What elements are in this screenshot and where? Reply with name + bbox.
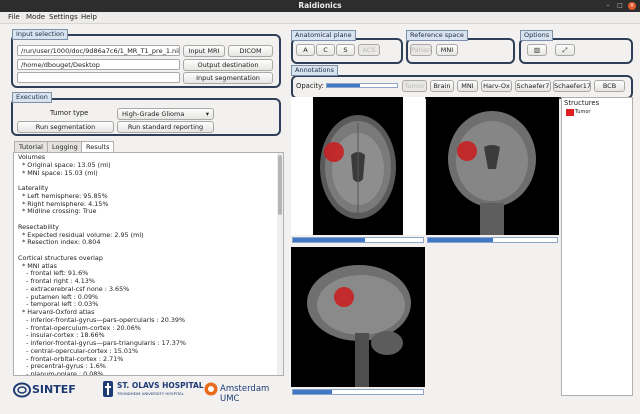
opacity-slider-fill	[327, 84, 360, 87]
tumor-overlay	[334, 287, 354, 307]
schaefer7-annotation-button[interactable]: Schaefer7	[515, 80, 551, 92]
minimize-icon[interactable]: –	[604, 2, 612, 10]
mri-path-field[interactable]: /run/user/1000/doc/9d86a7c6/1_MR_T1_pre_…	[17, 45, 180, 56]
plane-sagittal-button[interactable]: S	[336, 44, 355, 56]
sagittal-slice-slider[interactable]	[292, 389, 424, 395]
tumor-type-label: Tumor type	[50, 109, 89, 117]
amsterdam-logo-icon	[204, 382, 218, 396]
logo-strip: SINTEF ST. OLAVS HOSPITAL TRONDHEIM UNIV…	[10, 378, 286, 404]
axial-slice-slider[interactable]	[292, 237, 424, 243]
opacity-label: Opacity:	[296, 82, 324, 90]
brain-annotation-button[interactable]: Brain	[430, 80, 454, 92]
structures-panel: Structures Tumor	[561, 97, 633, 396]
input-segmentation-button[interactable]: Input segmentation	[183, 72, 273, 84]
destination-path-field[interactable]: /home/dbouget/Desktop	[17, 59, 180, 70]
sintef-logo: SINTEF	[32, 383, 76, 396]
harv-ox-annotation-button[interactable]: Harv-Ox	[481, 80, 512, 92]
close-icon[interactable]: ×	[628, 2, 636, 10]
scrollbar-thumb[interactable]	[278, 155, 282, 215]
st-olavs-subtitle: TRONDHEIM UNIVERSITY HOSPITAL	[117, 391, 184, 396]
coronal-view[interactable]	[426, 97, 559, 235]
segmentation-path-field[interactable]	[17, 72, 180, 83]
menu-help[interactable]: Help	[81, 13, 97, 21]
window-title: Raidionics	[298, 1, 342, 10]
tumor-color-swatch[interactable]	[566, 109, 574, 116]
tumor-type-select[interactable]: High-Grade Glioma ▾	[117, 108, 214, 120]
plane-coronal-button[interactable]: C	[316, 44, 335, 56]
maximize-icon[interactable]: □	[616, 2, 624, 10]
tab-logging[interactable]: Logging	[47, 141, 83, 152]
tumor-overlay	[324, 142, 344, 162]
sagittal-slice-image	[291, 247, 425, 387]
dicom-button[interactable]: DICOM	[228, 45, 273, 57]
tumor-overlay	[457, 141, 477, 161]
mni-space-button[interactable]: MNI	[436, 44, 458, 56]
reference-space-label: Reference space	[406, 30, 468, 41]
mni-annotation-button[interactable]: MNI	[457, 80, 478, 92]
coronal-slice-image	[426, 97, 559, 235]
st-olavs-logo: ST. OLAVS HOSPITAL	[117, 381, 204, 390]
amsterdam-umc-logo: Amsterdam UMC	[220, 384, 270, 404]
coronal-slice-slider[interactable]	[427, 237, 558, 243]
input-selection-label: Input selection	[12, 29, 69, 40]
tumor-type-value: High-Grade Glioma	[122, 110, 185, 118]
result-line: * Midline crossing: True	[18, 207, 97, 216]
results-scrollbar[interactable]	[277, 153, 283, 375]
execution-label: Execution	[12, 92, 52, 103]
axial-slice-image	[313, 97, 403, 235]
sintef-logo-icon	[13, 382, 31, 398]
axial-view[interactable]	[291, 97, 425, 235]
chevron-down-icon: ▾	[205, 110, 209, 118]
plane-acs-button[interactable]: ACS	[358, 44, 380, 56]
bcb-annotation-button[interactable]: BCB	[594, 80, 625, 92]
coronal-slider-fill	[428, 238, 493, 242]
options-label: Options	[520, 30, 554, 41]
menu-mode[interactable]: Mode	[26, 13, 45, 21]
chart-icon[interactable]: ▥	[527, 44, 547, 56]
tab-tutorial[interactable]: Tutorial	[14, 141, 48, 152]
title-bar: Raidionics – □ ×	[0, 0, 640, 12]
tumor-annotation-button[interactable]: Tumor	[402, 80, 427, 92]
sagittal-view[interactable]	[291, 247, 425, 387]
tab-results[interactable]: Results	[81, 141, 115, 152]
run-segmentation-button[interactable]: Run segmentation	[17, 121, 114, 133]
result-line: * Resection index: 0.804	[18, 238, 101, 247]
menu-settings[interactable]: Settings	[49, 13, 78, 21]
results-text: Volumes * Original space: 13.05 (ml) * M…	[18, 153, 186, 376]
result-line: - planum-polare : 0.08%	[18, 370, 104, 376]
axial-slider-fill	[293, 238, 365, 242]
schaefer17-annotation-button[interactable]: Schaefer17	[553, 80, 591, 92]
sagittal-slider-fill	[293, 390, 332, 394]
menu-file[interactable]: File	[8, 13, 20, 21]
anatomical-plane-label: Anatomical plane	[291, 30, 356, 41]
structures-title: Structures	[564, 99, 600, 107]
output-destination-button[interactable]: Output destination	[183, 59, 273, 71]
opacity-slider[interactable]	[326, 83, 398, 88]
st-olavs-logo-icon	[103, 381, 113, 397]
plane-axial-button[interactable]: A	[296, 44, 315, 56]
results-panel: Volumes * Original space: 13.05 (ml) * M…	[13, 152, 284, 376]
structure-item-tumor[interactable]: Tumor	[575, 109, 590, 115]
annotations-label: Annotations	[291, 65, 339, 76]
patient-space-button[interactable]: Patient	[410, 44, 432, 56]
run-standard-reporting-button[interactable]: Run standard reporting	[117, 121, 214, 133]
input-mri-button[interactable]: Input MRI	[183, 45, 225, 57]
expand-icon[interactable]: ⤢	[555, 44, 575, 56]
result-line: * MNI space: 15.03 (ml)	[18, 168, 98, 177]
menu-bar: File Mode Settings Help	[0, 12, 640, 24]
